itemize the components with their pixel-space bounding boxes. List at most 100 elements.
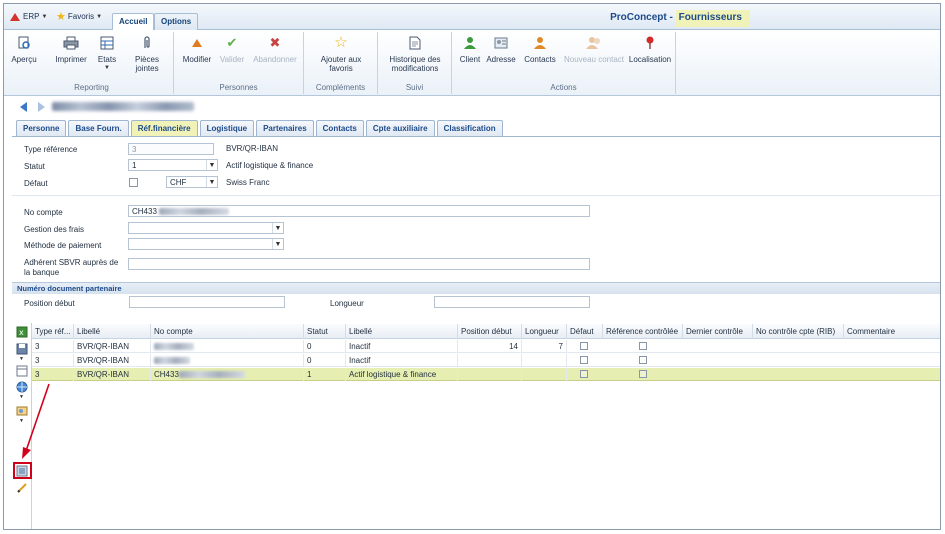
currency-select[interactable]: CHF ▼ [166, 176, 218, 188]
cell-type-ref: 3 [32, 354, 74, 367]
reference-controlee-checkbox[interactable] [639, 342, 647, 350]
chevron-down-icon[interactable]: ▼ [206, 160, 217, 170]
chevron-down-icon[interactable]: ▼ [272, 239, 283, 249]
table-row-selected[interactable]: 3 BVR/QR-IBAN CH433 1 Actif logistique &… [32, 368, 940, 381]
ribbon-group-complements: ☆ Ajouter aux favoris Compléments [304, 32, 378, 94]
historique-button[interactable]: Historique des modifications [386, 34, 444, 73]
nouveau-contact-button[interactable]: Nouveau contact [562, 34, 626, 64]
cell-type-ref: 3 [32, 340, 74, 353]
reference-controlee-checkbox[interactable] [639, 370, 647, 378]
arrow-right-icon[interactable] [38, 102, 45, 112]
col-header-libelle[interactable]: Libellé [74, 324, 151, 339]
col-header-defaut[interactable]: Défaut [567, 324, 603, 339]
chevron-down-icon[interactable]: ▼ [272, 223, 283, 233]
no-compte-value: CH433 [132, 207, 157, 216]
favoris-menu-label: Favoris [67, 12, 95, 21]
tab-logistique[interactable]: Logistique [199, 120, 255, 137]
pencil-icon[interactable] [15, 482, 28, 494]
col-header-position-debut[interactable]: Position début [458, 324, 522, 339]
pieces-jointes-button[interactable]: Pièces jointes [132, 34, 162, 73]
chevron-down-icon[interactable]: ▼ [19, 418, 24, 424]
ribbon-group-reporting: Aperçu Imprimer Etats ▼ Pièces jointes R… [10, 32, 174, 94]
image-attachment-icon[interactable] [15, 405, 28, 417]
favoris-menu[interactable]: ★ Favoris ▼ [56, 11, 102, 22]
ribbon-group-personnes: Modifier ✔ Valider ✖ Abandonner Personne… [174, 32, 304, 94]
chevron-down-icon[interactable]: ▼ [19, 356, 24, 362]
statut-label: Statut [24, 162, 45, 171]
adherent-sbvr-input[interactable] [128, 258, 590, 270]
address-card-icon [492, 34, 510, 52]
arrow-left-icon[interactable] [20, 102, 27, 112]
tab-ref-financiere[interactable]: Réf.financière [130, 120, 198, 137]
localisation-button[interactable]: Localisation [628, 34, 672, 64]
user-orange-icon [531, 34, 549, 52]
tab-cpte-auxiliaire[interactable]: Cpte auxiliaire [365, 120, 435, 137]
col-header-no-compte[interactable]: No compte [151, 324, 304, 339]
historique-label-1: Historique des [389, 55, 441, 64]
cell-type-ref: 3 [32, 368, 74, 381]
defaut-checkbox[interactable] [580, 356, 588, 364]
no-compte-input[interactable]: CH433 [128, 205, 590, 217]
contacts-button[interactable]: Contacts [522, 34, 558, 64]
account-redacted [154, 343, 194, 351]
col-header-reference-controlee[interactable]: Référence contrôlée [603, 324, 683, 339]
tab-base-fourn[interactable]: Base Fourn. [68, 120, 129, 137]
type-reference-field[interactable]: 3 [128, 143, 214, 155]
erp-menu[interactable]: ERP ▼ [10, 12, 47, 21]
methode-paiement-select[interactable]: ▼ [128, 238, 284, 250]
table-row[interactable]: 3 BVR/QR-IBAN 0 Inactif [32, 354, 940, 367]
reference-controlee-checkbox[interactable] [639, 356, 647, 364]
nouveau-contact-label: Nouveau contact [563, 55, 625, 64]
list-view-icon[interactable] [15, 365, 28, 377]
client-button[interactable]: Client [456, 34, 484, 64]
col-header-statut[interactable]: Statut [304, 324, 346, 339]
longueur-label: Longueur [330, 299, 364, 308]
valider-button[interactable]: ✔ Valider [218, 34, 246, 64]
modifier-button[interactable]: Modifier [180, 34, 214, 64]
cell-position-debut: 14 [458, 340, 522, 353]
defaut-checkbox[interactable] [129, 178, 138, 187]
col-header-type-ref[interactable]: Type réf... [32, 324, 74, 339]
checkmark-icon: ✔ [226, 35, 238, 50]
chevron-down-icon[interactable]: ▼ [19, 394, 24, 400]
imprimer-button[interactable]: Imprimer [54, 34, 88, 64]
tab-personne[interactable]: Personne [16, 120, 67, 137]
longueur-input[interactable] [434, 296, 590, 308]
tab-classification[interactable]: Classification [436, 120, 503, 137]
tab-options[interactable]: Options [154, 13, 199, 30]
col-header-longueur[interactable]: Longueur [522, 324, 567, 339]
tab-partenaires[interactable]: Partenaires [256, 120, 314, 137]
gestion-frais-select[interactable]: ▼ [128, 222, 284, 234]
cell-statut: 0 [304, 340, 346, 353]
defaut-checkbox[interactable] [580, 370, 588, 378]
cell-libelle: BVR/QR-IBAN [74, 368, 151, 381]
account-prefix: CH433 [154, 370, 179, 379]
close-icon: ✖ [269, 35, 281, 50]
adherent-sbvr-label: Adhérent SBVR auprès de la banque [24, 258, 118, 278]
abandonner-button[interactable]: ✖ Abandonner [252, 34, 298, 64]
ajouter-favoris-label-1: Ajouter aux [320, 55, 362, 64]
position-debut-input[interactable] [129, 296, 285, 308]
ajouter-favoris-button[interactable]: ☆ Ajouter aux favoris [316, 34, 366, 73]
statut-description: Actif logistique & finance [226, 161, 314, 170]
col-header-libelle-statut[interactable]: Libellé [346, 324, 458, 339]
chevron-down-icon[interactable]: ▼ [206, 177, 217, 187]
save-icon[interactable] [15, 343, 28, 355]
table-row[interactable]: 3 BVR/QR-IBAN 0 Inactif 14 7 [32, 340, 940, 353]
adresse-button[interactable]: Adresse [486, 34, 516, 64]
col-header-dernier-controle[interactable]: Dernier contrôle [683, 324, 753, 339]
navigation-bar [4, 96, 940, 118]
col-header-no-controle-cpte[interactable]: No contrôle cpte (RIB) [753, 324, 844, 339]
etats-button[interactable]: Etats ▼ [96, 34, 118, 73]
apercu-button[interactable]: Aperçu [11, 34, 37, 64]
ribbon-group-label: Compléments [315, 83, 366, 92]
filter-globe-icon[interactable] [15, 381, 28, 393]
statut-select[interactable]: 1 ▼ [128, 159, 218, 171]
cell-no-compte [151, 354, 304, 367]
references-grid: Type réf... Libellé No compte Statut Lib… [32, 324, 940, 529]
excel-export-icon[interactable]: x [15, 326, 28, 338]
col-header-commentaire[interactable]: Commentaire [844, 324, 940, 339]
defaut-checkbox[interactable] [580, 342, 588, 350]
tab-accueil[interactable]: Accueil [112, 13, 155, 30]
tab-contacts[interactable]: Contacts [315, 120, 364, 137]
